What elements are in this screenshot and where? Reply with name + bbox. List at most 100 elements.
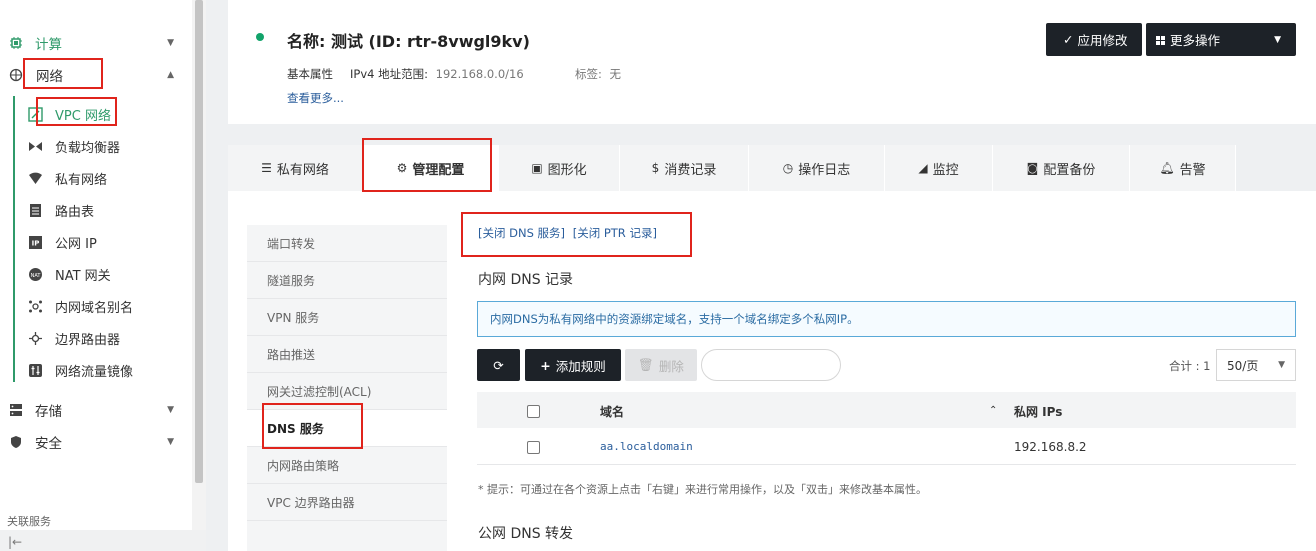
subnav-port-forwarding[interactable]: 端口转发 — [247, 225, 447, 262]
refresh-button[interactable]: ⟳ — [477, 349, 520, 381]
area-chart-icon: ◢ — [918, 161, 928, 175]
column-domain[interactable]: 域名 — [600, 403, 624, 420]
apply-changes-button[interactable]: ✓ 应用修改 — [1046, 23, 1142, 56]
sidebar-item-label: NAT 网关 — [55, 268, 111, 284]
sidebar-item-dns-alias[interactable]: 内网域名别名 — [28, 293, 133, 319]
delete-button[interactable]: 🗑︎ 删除 — [625, 349, 697, 381]
nat-icon: NAT — [28, 267, 43, 282]
sidebar-item-label: 负载均衡器 — [55, 140, 121, 156]
annotation-box-dns-actions — [461, 212, 692, 257]
nav-group-label: 安全 — [35, 436, 62, 452]
ipv4-range: IPv4 地址范围: 192.168.0.0/16 — [350, 67, 524, 81]
resource-title: 名称: 测试 (ID: rtr-8vwgl9kv) — [287, 32, 530, 51]
sidebar-item-private-network[interactable]: 私有网络 — [28, 165, 107, 191]
border-router-icon — [28, 331, 43, 346]
chevron-down-icon: ▼ — [1274, 34, 1281, 45]
chevron-down-icon: ▼ — [167, 405, 174, 415]
plus-icon: + — [540, 357, 551, 373]
check-icon: ✓ — [1063, 32, 1074, 47]
related-services-label: 关联服务 — [7, 515, 51, 528]
sidebar-item-route-table[interactable]: 路由表 — [28, 197, 94, 223]
sidebar-item-border-router[interactable]: 边界路由器 — [28, 325, 120, 351]
row-checkbox[interactable] — [527, 441, 540, 454]
sidebar-item-load-balancer[interactable]: 负载均衡器 — [28, 133, 120, 159]
sidebar-item-label: 公网 IP — [55, 236, 97, 252]
add-rule-button[interactable]: + 添加规则 — [525, 349, 621, 381]
subnav-vpn[interactable]: VPN 服务 — [247, 299, 447, 336]
storage-icon — [9, 403, 23, 417]
list-icon: ☰ — [261, 161, 272, 175]
svg-text:NAT: NAT — [31, 273, 42, 279]
column-ips[interactable]: 私网 IPs — [1014, 403, 1062, 420]
ip-icon: IP — [28, 235, 43, 250]
tab-alerts[interactable]: 🔔︎ 告警 — [1130, 145, 1236, 191]
internal-dns-title: 内网 DNS 记录 — [478, 272, 574, 288]
row-ips: 192.168.8.2 — [1014, 440, 1087, 454]
sidebar-item-public-ip[interactable]: IP 公网 IP — [28, 229, 97, 255]
public-dns-title: 公网 DNS 转发 — [478, 526, 574, 542]
shield-icon — [9, 435, 23, 449]
trash-icon: 🗑︎ — [638, 357, 654, 372]
row-domain[interactable]: aa.localdomain — [600, 440, 693, 453]
refresh-icon: ⟳ — [493, 357, 504, 373]
select-all-checkbox[interactable] — [527, 405, 540, 418]
camera-icon: ◙ — [1026, 161, 1039, 175]
document-icon — [28, 203, 43, 218]
annotation-box-dns-service — [262, 403, 363, 449]
sidebar-item-label: 私有网络 — [55, 172, 108, 188]
nav-group-storage[interactable]: 存储 ▼ — [0, 397, 192, 423]
nav-group-security[interactable]: 安全 ▼ — [0, 429, 192, 455]
status-dot — [256, 33, 264, 41]
see-more-link[interactable]: 查看更多... — [287, 90, 344, 106]
resource-header — [228, 0, 1316, 124]
layout-gap — [206, 0, 228, 551]
dollar-icon: $ — [651, 161, 660, 175]
nav-group-compute[interactable]: 计算 ▼ — [0, 30, 192, 56]
search-input[interactable] — [701, 349, 841, 381]
tab-monitoring[interactable]: ◢ 监控 — [885, 145, 993, 191]
tab-private-network[interactable]: ☰ 私有网络 — [228, 145, 363, 191]
wifi-icon — [28, 171, 43, 186]
mirror-icon — [28, 363, 43, 378]
sidebar-item-label: 内网域名别名 — [55, 300, 134, 316]
tags: 标签: 无 — [575, 67, 622, 81]
usage-hint: * 提示：可通过在各个资源上点击「右键」来进行常用操作，以及「双击」来修改基本属… — [478, 483, 927, 496]
subnav-route-push[interactable]: 路由推送 — [247, 336, 447, 373]
tab-operation-log[interactable]: ◷ 操作日志 — [749, 145, 885, 191]
load-balancer-icon — [28, 139, 43, 154]
tab-config-backup[interactable]: ◙ 配置备份 — [993, 145, 1130, 191]
sidebar-item-label: 网络流量镜像 — [55, 364, 134, 380]
tab-billing[interactable]: $ 消费记录 — [620, 145, 749, 191]
active-section-indicator — [13, 96, 15, 382]
nav-group-label: 存储 — [35, 404, 62, 420]
sort-icon[interactable]: ⌃ — [989, 405, 997, 416]
basic-properties-label: 基本属性 — [287, 67, 333, 81]
sidebar-item-nat-gateway[interactable]: NAT NAT 网关 — [28, 261, 111, 287]
sidebar-item-label: 路由表 — [55, 204, 95, 220]
sidebar-footer — [0, 530, 206, 551]
bell-icon: 🔔︎ — [1159, 161, 1175, 175]
collapse-sidebar-icon[interactable]: |← — [8, 535, 22, 549]
chip-icon — [9, 36, 23, 50]
annotation-box-management-tab — [362, 138, 492, 192]
share-icon — [28, 299, 43, 314]
chevron-down-icon: ▼ — [1278, 360, 1285, 370]
subnav-vpc-border-router[interactable]: VPC 边界路由器 — [247, 484, 447, 521]
chevron-down-icon: ▼ — [167, 437, 174, 447]
svg-text:IP: IP — [32, 239, 40, 247]
image-icon: ▣ — [531, 161, 543, 175]
sidebar-item-traffic-mirror[interactable]: 网络流量镜像 — [28, 357, 133, 383]
annotation-box-network — [23, 58, 103, 89]
total-count: 合计 : 1 — [1169, 359, 1211, 373]
subnav-tunnel[interactable]: 隧道服务 — [247, 262, 447, 299]
nav-group-label: 计算 — [35, 37, 62, 53]
tab-graph[interactable]: ▣ 图形化 — [499, 145, 620, 191]
page-size-select[interactable]: 50/页 ▼ — [1216, 349, 1296, 381]
more-actions-dropdown[interactable]: 更多操作 ▼ — [1146, 23, 1296, 56]
annotation-box-vpc — [36, 97, 117, 126]
chevron-down-icon: ▼ — [167, 38, 174, 48]
sidebar-scroll-thumb[interactable] — [195, 0, 203, 483]
sidebar-item-label: 边界路由器 — [55, 332, 121, 348]
chevron-up-icon: ▲ — [167, 70, 174, 80]
subnav-route-policy[interactable]: 内网路由策略 — [247, 447, 447, 484]
